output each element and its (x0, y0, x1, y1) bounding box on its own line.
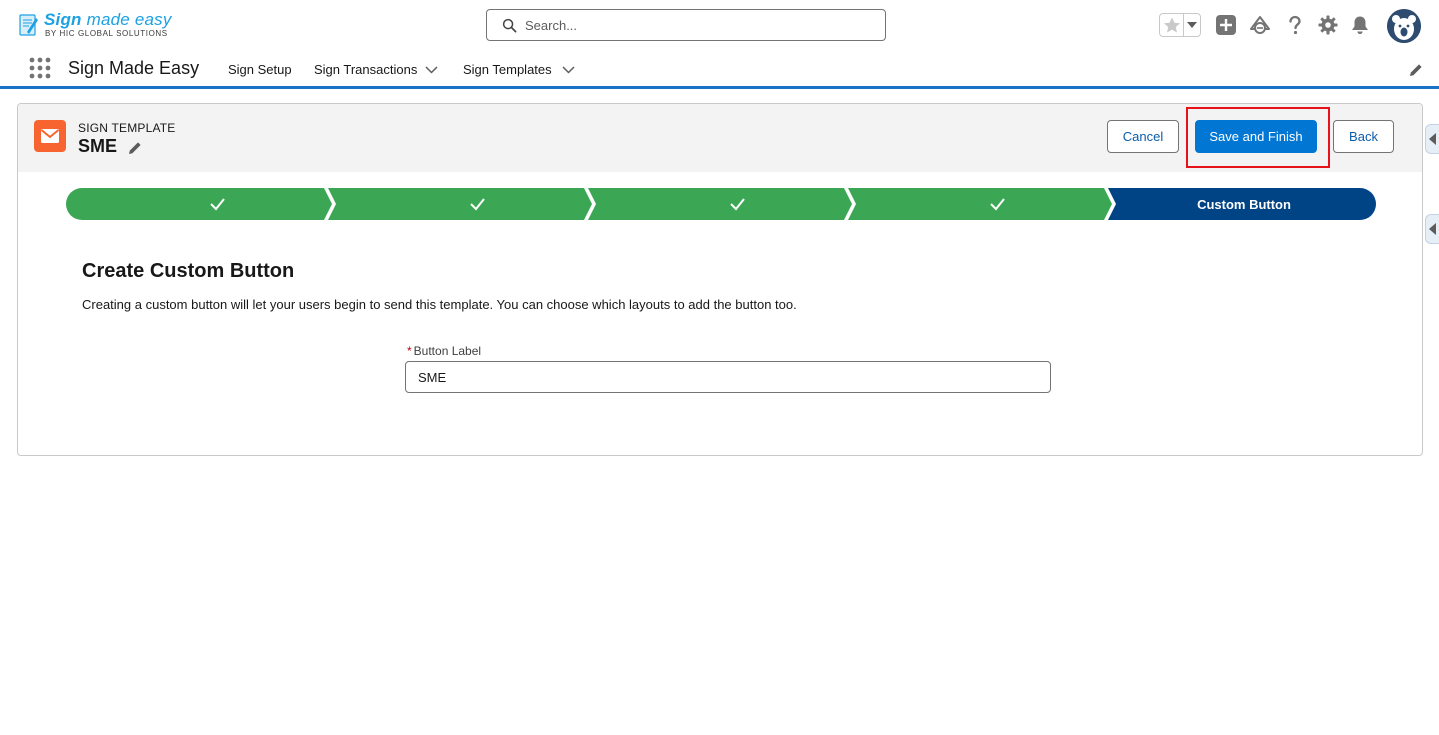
setup-gear-icon[interactable] (1317, 14, 1339, 36)
nav-item-sign-templates[interactable]: Sign Templates (463, 62, 552, 77)
object-type-label: SIGN TEMPLATE (78, 121, 176, 135)
nav-item-sign-transactions[interactable]: Sign Transactions (314, 62, 417, 77)
favorites-list-caret-icon[interactable] (1187, 22, 1197, 28)
path-step-4[interactable] (848, 188, 1112, 220)
chevron-down-icon[interactable] (425, 66, 438, 74)
side-panel-toggle-secondary[interactable] (1425, 214, 1439, 244)
app-navigation-bar: Sign Made Easy Sign Setup Sign Transacti… (0, 52, 1439, 89)
bear-avatar-icon (1387, 9, 1421, 43)
email-envelope-icon (34, 120, 66, 152)
global-search[interactable]: Search... (486, 9, 886, 41)
favorites-button-group (1159, 13, 1201, 37)
search-icon (502, 18, 517, 33)
nav-item-sign-setup[interactable]: Sign Setup (228, 62, 292, 77)
path-step-3[interactable] (588, 188, 852, 220)
app-name: Sign Made Easy (68, 58, 200, 78)
global-actions-add-icon[interactable] (1215, 14, 1237, 36)
user-avatar[interactable] (1387, 9, 1421, 43)
notifications-bell-icon[interactable] (1349, 14, 1371, 36)
logo-document-icon (19, 14, 38, 36)
record-name: SME (78, 136, 118, 156)
edit-name-pencil-icon[interactable] (127, 140, 143, 156)
section-title: Create Custom Button (82, 260, 295, 282)
path-step-current-label: Custom Button (1197, 197, 1291, 212)
progress-path: Custom Button (66, 188, 1376, 220)
app-launcher-waffle-icon[interactable] (29, 57, 51, 79)
cancel-button[interactable]: Cancel (1107, 120, 1179, 153)
help-icon[interactable] (1284, 14, 1306, 36)
section-description: Creating a custom button will let your u… (82, 297, 797, 312)
app-logo[interactable]: Sign made easy BY HIC GLOBAL SOLUTIONS (18, 10, 193, 42)
sign-template-card: SIGN TEMPLATE SME Cancel Save and Finish… (17, 103, 1423, 456)
record-header: SIGN TEMPLATE SME Cancel Save and Finish… (18, 104, 1422, 172)
search-placeholder: Search... (525, 18, 578, 33)
required-marker: * (407, 344, 412, 358)
edit-nav-pencil-icon[interactable] (1408, 62, 1424, 78)
button-label-field-label: * Button Label (407, 344, 482, 358)
path-step-2[interactable] (328, 188, 592, 220)
trailhead-guidance-icon[interactable] (1249, 14, 1271, 36)
logo-title: Sign made easy (44, 10, 172, 29)
back-button[interactable]: Back (1333, 120, 1394, 153)
chevron-left-icon (1429, 223, 1436, 235)
button-label-input[interactable] (405, 361, 1051, 393)
chevron-left-icon (1429, 133, 1436, 145)
save-and-finish-button[interactable]: Save and Finish (1195, 120, 1317, 153)
favorites-divider (1183, 14, 1184, 36)
global-header: Sign made easy BY HIC GLOBAL SOLUTIONS S… (0, 0, 1439, 52)
favorites-star-icon[interactable] (1162, 16, 1182, 34)
path-step-1[interactable] (66, 188, 332, 220)
chevron-down-icon[interactable] (562, 66, 575, 74)
logo-subtitle: BY HIC GLOBAL SOLUTIONS (45, 29, 168, 38)
side-panel-toggle[interactable] (1425, 124, 1439, 154)
